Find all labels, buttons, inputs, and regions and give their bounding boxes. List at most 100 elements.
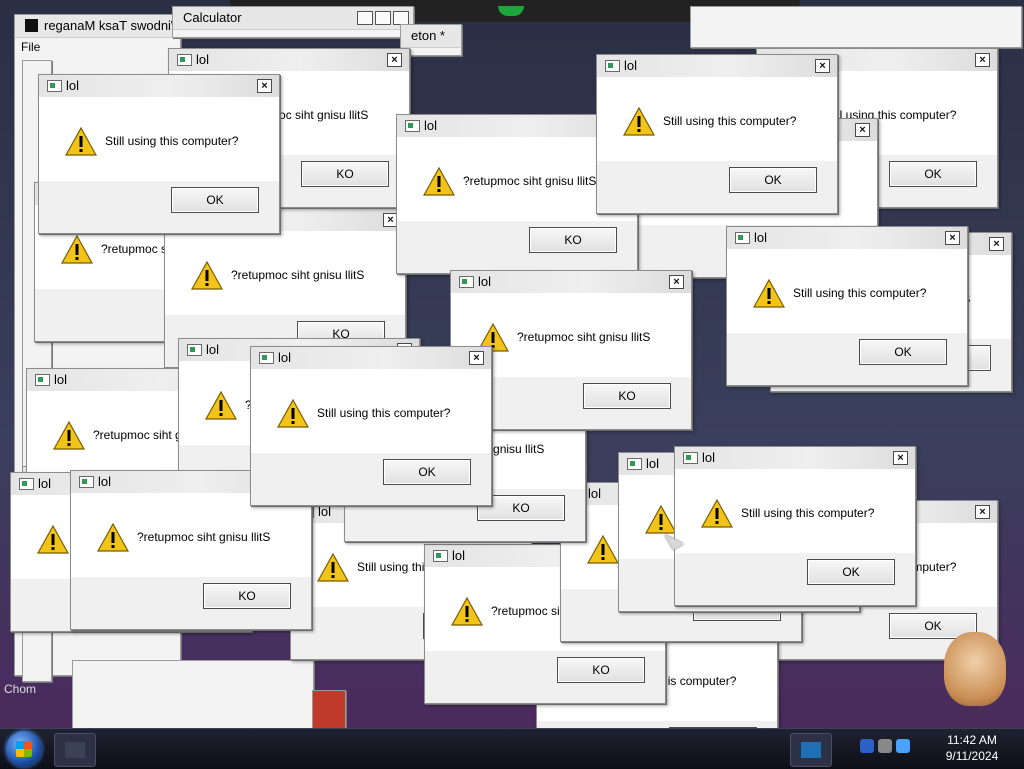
background-window[interactable]	[690, 6, 1022, 48]
warning-triangle-icon	[753, 279, 785, 308]
task-manager-title: reganaM ksaT swodniW	[44, 18, 180, 33]
network-icon[interactable]	[878, 739, 892, 753]
alert-dialog[interactable]: lol × Still using this computer? OK	[674, 446, 916, 606]
ok-button[interactable]: OK	[859, 339, 947, 365]
dialog-title: lol	[588, 486, 602, 501]
dialog-title: lol	[452, 548, 466, 563]
close-icon[interactable]: ×	[257, 79, 272, 93]
alert-dialog[interactable]: lol × Still using this computer? OK	[38, 74, 280, 234]
window-icon	[627, 458, 642, 470]
warning-triangle-icon	[623, 107, 655, 136]
notepad-title: eton *	[401, 25, 461, 48]
calculator-window[interactable]: Calculator	[172, 6, 414, 38]
dialog-title: lol	[624, 58, 638, 73]
dialog-message: Still using this computer?	[741, 506, 875, 520]
background-window-bottom	[72, 660, 314, 728]
dialog-title: lol	[54, 372, 68, 387]
window-icon	[683, 452, 698, 464]
warning-triangle-icon	[451, 597, 483, 626]
close-icon[interactable]: ×	[975, 505, 990, 519]
warning-triangle-icon	[277, 399, 309, 428]
close-icon[interactable]: ×	[855, 123, 870, 137]
ok-button[interactable]: OK	[807, 559, 895, 585]
ok-button[interactable]: OK	[889, 161, 977, 187]
taskbar: 11:42 AM 9/11/2024	[0, 728, 1024, 769]
taskbar-clock[interactable]: 11:42 AM 9/11/2024	[930, 732, 1014, 764]
ok-button[interactable]: KO	[583, 383, 671, 409]
dialog-title: lol	[206, 342, 220, 357]
warning-triangle-icon	[317, 553, 349, 582]
dialog-title: lol	[66, 78, 80, 93]
app-icon	[25, 19, 38, 32]
system-tray	[860, 739, 932, 759]
dialog-message: Still using this computer?	[663, 114, 797, 128]
window-icon	[187, 344, 202, 356]
dialog-title: lol	[702, 450, 716, 465]
warning-triangle-icon	[423, 167, 455, 196]
warning-triangle-icon	[587, 535, 619, 564]
dialog-title: lol	[478, 274, 492, 289]
warning-triangle-icon	[205, 391, 237, 420]
close-icon[interactable]: ×	[893, 451, 908, 465]
notch-indicator	[498, 6, 524, 16]
close-icon[interactable]: ×	[815, 59, 830, 73]
dialog-message: ?retupmoc siht gnisu llitS	[463, 174, 597, 188]
dialog-title: lol	[196, 52, 210, 67]
background-app	[312, 690, 346, 728]
window-icon	[47, 80, 62, 92]
dialog-title: lol	[98, 474, 112, 489]
ok-button[interactable]: OK	[383, 459, 471, 485]
warning-triangle-icon	[65, 127, 97, 156]
dialog-title: lol	[278, 350, 292, 365]
alert-dialog[interactable]: lol × Still using this computer? OK	[726, 226, 968, 386]
dialog-title: lol	[424, 118, 438, 133]
alert-dialog[interactable]: lol × Still using this computer? OK	[250, 346, 492, 506]
warning-triangle-icon	[37, 525, 69, 554]
ok-button[interactable]: KO	[529, 227, 617, 253]
warning-triangle-icon	[191, 261, 223, 290]
taskbar-app-button[interactable]	[790, 733, 832, 767]
alert-dialog[interactable]: lol × Still using this computer? OK	[596, 54, 838, 214]
warning-triangle-icon	[53, 421, 85, 450]
dialog-message: ?retupmoc siht gnisu llitS	[137, 530, 271, 544]
dialog-title: lol	[646, 456, 660, 471]
clock-date: 9/11/2024	[945, 749, 999, 763]
warning-triangle-icon	[97, 523, 129, 552]
close-icon[interactable]: ×	[989, 237, 1004, 251]
window-icon	[35, 374, 50, 386]
desktop-pet-image	[944, 632, 1006, 706]
ok-button[interactable]: KO	[203, 583, 291, 609]
window-icon	[177, 54, 192, 66]
window-icon	[19, 478, 34, 490]
close-icon[interactable]: ×	[945, 231, 960, 245]
volume-icon[interactable]	[896, 739, 910, 753]
dialog-message: ?retupmoc siht gnisu llitS	[517, 330, 651, 344]
dialog-message: ?retupmoc siht gnisu llitS	[231, 268, 365, 282]
chrome-label[interactable]: Chom	[4, 682, 36, 696]
ok-button[interactable]: OK	[729, 167, 817, 193]
ok-button[interactable]: OK	[171, 187, 259, 213]
dialog-message: Still using this computer?	[793, 286, 927, 300]
close-icon[interactable]: ×	[975, 53, 990, 67]
dialog-message: Still using this computer?	[317, 406, 451, 420]
ok-button[interactable]: KO	[301, 161, 389, 187]
warning-triangle-icon	[701, 499, 733, 528]
file-menu[interactable]: File	[15, 38, 180, 56]
window-icon	[433, 550, 448, 562]
window-icon	[79, 476, 94, 488]
ok-button[interactable]: KO	[557, 657, 645, 683]
close-icon[interactable]: ×	[387, 53, 402, 67]
close-icon[interactable]: ×	[469, 351, 484, 365]
clock-time: 11:42 AM	[947, 733, 997, 747]
close-icon[interactable]: ×	[669, 275, 684, 289]
windows-start-icon[interactable]	[6, 731, 42, 767]
taskbar-app-button[interactable]	[54, 733, 96, 767]
window-icon	[605, 60, 620, 72]
warning-triangle-icon	[61, 235, 93, 264]
dialog-message: Still using this computer?	[105, 134, 239, 148]
tray-icon[interactable]	[860, 739, 874, 753]
dialog-title: lol	[318, 504, 332, 519]
window-icon	[735, 232, 750, 244]
window-icon	[405, 120, 420, 132]
desktop: reganaM ksaT swodniW File Calculator eto…	[0, 0, 1024, 728]
